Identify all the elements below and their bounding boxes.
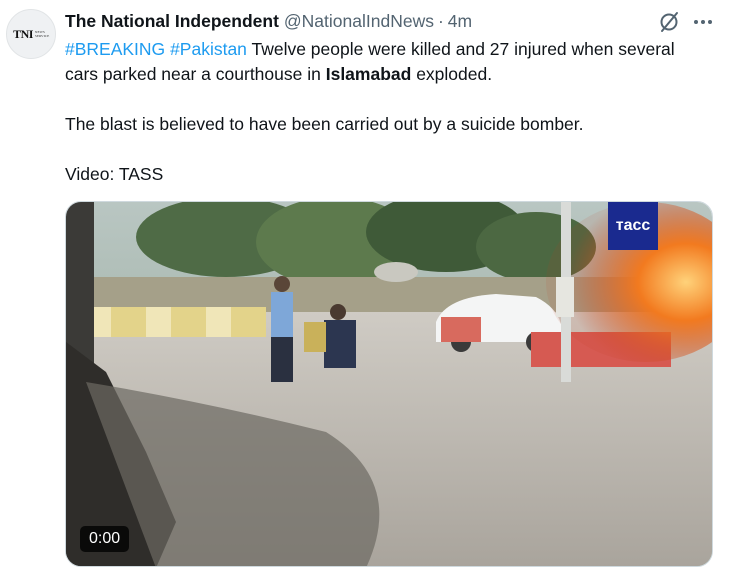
grok-icon[interactable]	[658, 11, 680, 38]
tweet-body-end: exploded.	[411, 64, 493, 84]
tweet-bold-place: Islamabad	[325, 64, 412, 84]
video-player[interactable]	[65, 201, 713, 567]
tweet-paragraph-2: The blast is believed to have been carri…	[65, 114, 584, 134]
hashtag-pakistan[interactable]: #Pakistan	[170, 39, 247, 59]
tweet-text: #BREAKING #Pakistan Twelve people were k…	[65, 37, 705, 187]
tass-watermark: тасс	[608, 202, 658, 250]
avatar-logo-text: TNI	[13, 26, 33, 41]
tweet-actions	[658, 11, 713, 38]
more-icon[interactable]	[693, 12, 713, 37]
tweet-paragraph-3: Video: TASS	[65, 164, 164, 184]
video-timestamp: 0:00	[80, 526, 130, 552]
author-name[interactable]: The National Independent	[65, 11, 279, 32]
avatar-logo-subtext: NEWS SERVICE	[34, 30, 50, 38]
hashtag-breaking[interactable]: #BREAKING	[65, 39, 165, 59]
tweet-header: The National Independent @NationalIndNew…	[65, 10, 472, 32]
tweet-timestamp[interactable]: 4m	[448, 11, 472, 32]
tweet-paragraph-1: #BREAKING #Pakistan Twelve people were k…	[65, 37, 705, 87]
author-avatar[interactable]: TNI NEWS SERVICE	[6, 9, 56, 59]
header-separator: ·	[437, 10, 444, 31]
author-handle[interactable]: @NationalIndNews	[284, 11, 434, 32]
